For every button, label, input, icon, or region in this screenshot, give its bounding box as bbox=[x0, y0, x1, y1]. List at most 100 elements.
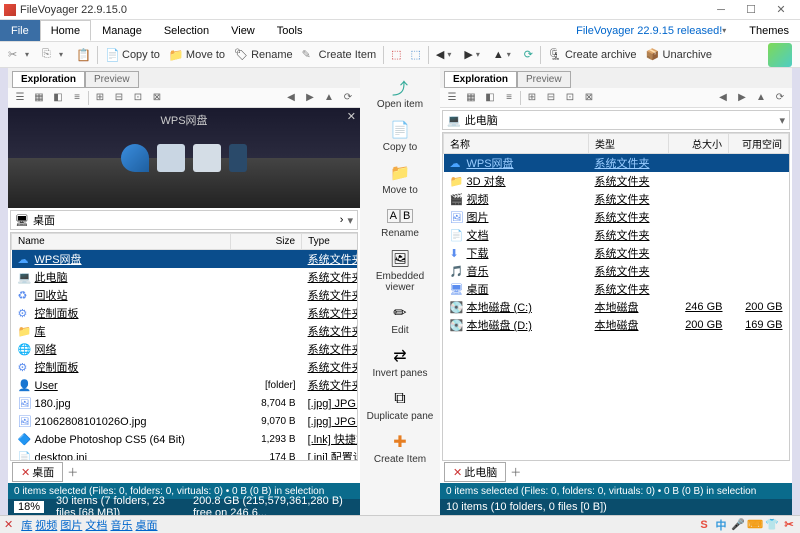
menu-themes[interactable]: Themes bbox=[738, 20, 800, 41]
view-btn-r3[interactable]: ◧ bbox=[482, 90, 498, 106]
bottom-link[interactable]: 库 bbox=[21, 520, 32, 532]
table-row[interactable]: ♻回收站系统文件夹 bbox=[12, 286, 359, 304]
table-row[interactable]: 📁库系统文件夹 bbox=[12, 322, 359, 340]
maximize-button[interactable]: ☐ bbox=[736, 1, 766, 19]
minimize-button[interactable]: ─ bbox=[706, 1, 736, 19]
layout-btn-r4[interactable]: ⊠ bbox=[581, 90, 597, 106]
tab-preview-left[interactable]: Preview bbox=[85, 71, 139, 88]
preview-close-button[interactable]: ✕ bbox=[347, 110, 356, 123]
right-filelist[interactable]: 名称 类型 总大小 可用空间 ☁WPS网盘系统文件夹📁3D 对象系统文件夹🎬视频… bbox=[442, 132, 790, 461]
nav-fwd-mini-r[interactable]: ▶ bbox=[734, 90, 750, 106]
view-btn-r4[interactable]: ≡ bbox=[501, 90, 517, 106]
tab-exploration-right[interactable]: Exploration bbox=[444, 71, 517, 88]
tray-icon[interactable]: ✂ bbox=[782, 518, 796, 532]
col-type-r[interactable]: 类型 bbox=[589, 134, 669, 154]
table-row[interactable]: 🖼图片系统文件夹 bbox=[444, 208, 789, 226]
create-item-button[interactable]: Create Item bbox=[298, 46, 380, 64]
close-button[interactable]: ✕ bbox=[766, 1, 796, 19]
tray-icon[interactable]: 🎤 bbox=[731, 518, 745, 532]
bottom-link[interactable]: 桌面 bbox=[136, 520, 158, 532]
rename-button[interactable]: Rename bbox=[230, 46, 297, 64]
view-btn-3[interactable]: ◧ bbox=[50, 90, 66, 106]
rename-center-button[interactable]: A BRename bbox=[360, 201, 440, 242]
nav-back-mini[interactable]: ◀ bbox=[283, 90, 299, 106]
view-btn-r1[interactable]: ☰ bbox=[444, 90, 460, 106]
bottom-link[interactable]: 音乐 bbox=[110, 520, 132, 532]
toolbar-misc-2[interactable]: ⬚ bbox=[407, 46, 425, 63]
menu-selection[interactable]: Selection bbox=[153, 20, 220, 41]
left-breadcrumb[interactable]: 🖥 桌面 › ▾ bbox=[10, 210, 358, 230]
nav-up-mini[interactable]: ▲ bbox=[321, 90, 337, 106]
col-name-r[interactable]: 名称 bbox=[444, 134, 589, 154]
left-sidebar-strip[interactable] bbox=[0, 68, 8, 515]
view-btn-r2[interactable]: ▦ bbox=[463, 90, 479, 106]
layout-btn-r1[interactable]: ⊞ bbox=[524, 90, 540, 106]
refresh-mini-r[interactable]: ⟳ bbox=[772, 90, 788, 106]
layout-btn-4[interactable]: ⊠ bbox=[149, 90, 165, 106]
nav-back-mini-r[interactable]: ◀ bbox=[715, 90, 731, 106]
copy-to-center-button[interactable]: 📄Copy to bbox=[360, 115, 440, 156]
embedded-viewer-button[interactable]: 🖼Embedded viewer bbox=[360, 244, 440, 296]
nav-up-mini-r[interactable]: ▲ bbox=[753, 90, 769, 106]
refresh-mini[interactable]: ⟳ bbox=[340, 90, 356, 106]
nav-fwd-mini[interactable]: ▶ bbox=[302, 90, 318, 106]
close-icon[interactable]: ✕ bbox=[21, 466, 30, 479]
release-banner[interactable]: FileVoyager 22.9.15 released! bbox=[568, 20, 738, 41]
paste-button[interactable] bbox=[72, 46, 94, 64]
tray-icon[interactable]: 👕 bbox=[765, 518, 779, 532]
view-btn-4[interactable]: ≡ bbox=[69, 90, 85, 106]
left-filelist[interactable]: Name Size Type Modification date ☁WPS网盘系… bbox=[10, 232, 358, 461]
menu-manage[interactable]: Manage bbox=[91, 20, 153, 41]
chevron-down-icon[interactable]: ▾ bbox=[347, 214, 353, 227]
table-row[interactable]: 🖼21062808101026O.jpg9,070 B[.jpg] JPG 图片… bbox=[12, 412, 359, 430]
layout-btn-r2[interactable]: ⊟ bbox=[543, 90, 559, 106]
table-row[interactable]: 📄文档系统文件夹 bbox=[444, 226, 789, 244]
table-row[interactable]: ⚙控制面板系统文件夹 bbox=[12, 358, 359, 376]
table-row[interactable]: ☁WPS网盘系统文件夹 bbox=[12, 250, 359, 269]
table-row[interactable]: ⬇下载系统文件夹 bbox=[444, 244, 789, 262]
table-row[interactable]: 💽本地磁盘 (D:)本地磁盘200 GB169 GB bbox=[444, 316, 789, 334]
table-row[interactable]: 📁3D 对象系统文件夹 bbox=[444, 172, 789, 190]
view-btn-1[interactable]: ☰ bbox=[12, 90, 28, 106]
menu-view[interactable]: View bbox=[220, 20, 266, 41]
table-row[interactable]: 🌐网络系统文件夹 bbox=[12, 340, 359, 358]
open-item-button[interactable]: ⤴Open item bbox=[360, 72, 440, 113]
move-to-center-button[interactable]: 📁Move to bbox=[360, 158, 440, 199]
copy-button[interactable] bbox=[38, 46, 71, 64]
table-row[interactable]: ☁WPS网盘系统文件夹 bbox=[444, 154, 789, 173]
nav-up-button[interactable]: ▲ bbox=[489, 47, 519, 63]
view-btn-2[interactable]: ▦ bbox=[31, 90, 47, 106]
close-icon[interactable]: ✕ bbox=[4, 518, 13, 531]
location-tab-r[interactable]: ✕此电脑 bbox=[444, 462, 506, 482]
refresh-button[interactable]: ⟳ bbox=[520, 46, 537, 63]
table-row[interactable]: 💽本地磁盘 (C:)本地磁盘246 GB200 GB bbox=[444, 298, 789, 316]
bottom-link[interactable]: 视频 bbox=[35, 520, 57, 532]
col-free-r[interactable]: 可用空间 bbox=[729, 134, 789, 154]
close-icon[interactable]: ✕ bbox=[453, 466, 462, 479]
create-item-center-button[interactable]: ✚Create Item bbox=[360, 427, 440, 468]
table-row[interactable]: 🎬视频系统文件夹 bbox=[444, 190, 789, 208]
bottom-link[interactable]: 图片 bbox=[60, 520, 82, 532]
table-row[interactable]: 🖥桌面系统文件夹 bbox=[444, 280, 789, 298]
bottom-link[interactable]: 文档 bbox=[85, 520, 107, 532]
layout-btn-3[interactable]: ⊡ bbox=[130, 90, 146, 106]
nav-back-button[interactable]: ◀ bbox=[432, 46, 459, 63]
table-row[interactable]: 📄desktop.ini174 B[.ini] 配置设置2019-12-7 17… bbox=[12, 448, 359, 461]
col-type[interactable]: Type bbox=[302, 234, 358, 250]
move-to-button[interactable]: Move to bbox=[165, 46, 229, 64]
tray-icon[interactable]: S bbox=[697, 518, 711, 532]
table-row[interactable]: 👤User[folder]系统文件夹2022-10-12 17:1... bbox=[12, 376, 359, 394]
right-sidebar-strip[interactable] bbox=[792, 68, 800, 515]
toolbar-misc-1[interactable]: ⬚ bbox=[387, 46, 405, 63]
copy-to-button[interactable]: Copy to bbox=[101, 46, 164, 64]
cut-button[interactable] bbox=[4, 46, 37, 64]
duplicate-pane-button[interactable]: ⧉Duplicate pane bbox=[360, 384, 440, 425]
layout-btn-2[interactable]: ⊟ bbox=[111, 90, 127, 106]
tray-icon[interactable]: 中 bbox=[714, 518, 728, 532]
table-row[interactable]: ⚙控制面板系统文件夹 bbox=[12, 304, 359, 322]
add-tab-button[interactable]: ＋ bbox=[67, 464, 78, 480]
create-archive-button[interactable]: Create archive bbox=[544, 46, 641, 64]
add-tab-button-r[interactable]: ＋ bbox=[510, 464, 521, 480]
menu-tools[interactable]: Tools bbox=[266, 20, 314, 41]
chevron-down-icon[interactable]: ▾ bbox=[779, 114, 785, 127]
